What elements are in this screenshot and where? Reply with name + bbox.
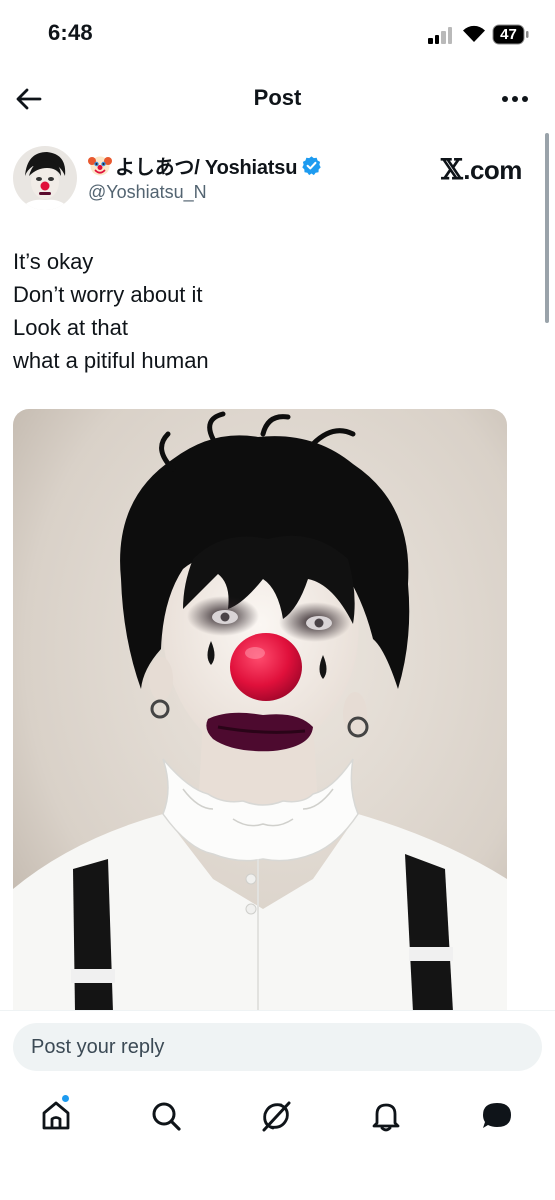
post-photo[interactable]	[13, 409, 507, 1012]
status-bar: 6:48 47	[0, 0, 555, 70]
avatar[interactable]	[13, 146, 77, 210]
clown-face-icon	[88, 156, 112, 176]
page-title: Post	[253, 85, 302, 110]
top-nav: Post	[0, 70, 555, 128]
grok-icon[interactable]	[256, 1096, 296, 1136]
reply-placeholder: Post your reply	[31, 1035, 165, 1058]
x-com-watermark: 𝕏 .com	[441, 153, 522, 186]
battery-level: 47	[500, 26, 517, 43]
display-name: よしあつ/ Yoshiatsu	[115, 156, 298, 179]
reply-input[interactable]: Post your reply	[13, 1023, 542, 1071]
cellular-signal-icon	[428, 26, 454, 44]
messages-icon[interactable]	[477, 1096, 517, 1136]
home-icon[interactable]	[36, 1094, 76, 1136]
bottom-tab-bar	[0, 1082, 555, 1200]
post-text-line: Don’t worry about it	[13, 282, 203, 307]
author-handle[interactable]: @Yoshiatsu_N	[88, 182, 207, 203]
x-logo-icon: 𝕏	[441, 153, 463, 186]
status-time: 6:48	[48, 20, 93, 45]
wifi-icon	[463, 25, 485, 42]
watermark-domain: .com	[463, 155, 522, 185]
notification-dot	[61, 1094, 70, 1103]
more-options-icon[interactable]	[498, 84, 532, 114]
post-text-line: Look at that	[13, 315, 128, 340]
post-text: It’s okay Don’t worry about it Look at t…	[13, 245, 533, 377]
author-name-row[interactable]: よしあつ/ Yoshiatsu	[88, 152, 322, 179]
verified-badge-icon	[302, 155, 321, 175]
search-icon[interactable]	[146, 1096, 186, 1136]
reply-composer: Post your reply	[0, 1010, 555, 1082]
post-text-line: what a pitiful human	[13, 348, 209, 373]
notifications-icon[interactable]	[366, 1096, 406, 1136]
battery-icon: 47	[492, 24, 529, 45]
post-text-line: It’s okay	[13, 249, 94, 274]
post-author: よしあつ/ Yoshiatsu @Yoshiatsu_N 𝕏 .com	[0, 142, 555, 218]
